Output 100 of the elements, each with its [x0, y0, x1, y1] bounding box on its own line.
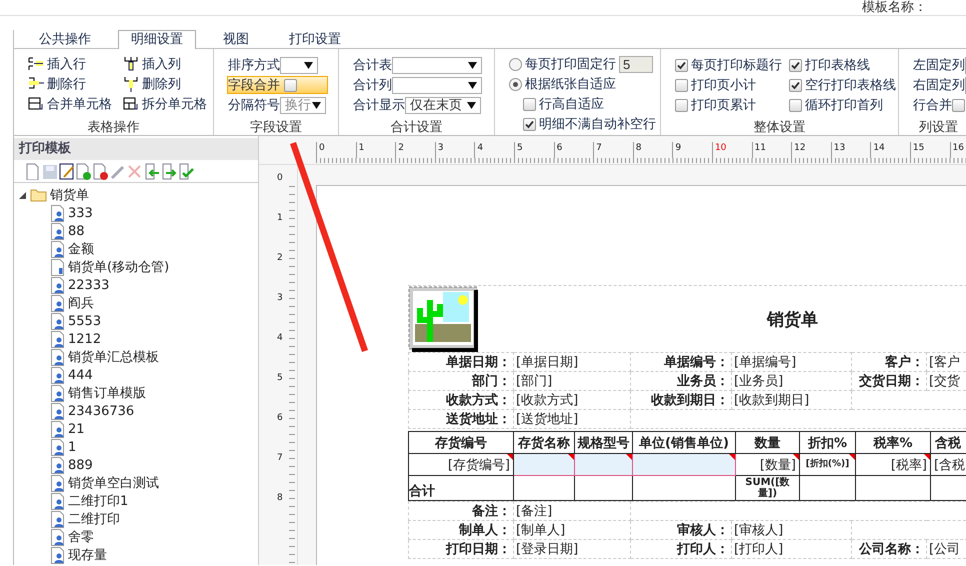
checkbox[interactable]: [789, 78, 802, 92]
dropdown[interactable]: 仅在末页: [405, 96, 481, 114]
field-merge-toggle[interactable]: 字段合并: [227, 76, 328, 94]
file-delete-icon[interactable]: [92, 162, 109, 180]
checkbox[interactable]: [675, 98, 688, 112]
tree-item[interactable]: 444: [14, 366, 258, 384]
toolbar-button[interactable]: 插入行: [28, 55, 123, 73]
checkbox-option[interactable]: 打印页累计: [675, 95, 789, 115]
checkbox-option[interactable]: 每页打印标题行: [675, 55, 789, 75]
table-cell[interactable]: [税率]: [856, 454, 930, 476]
table-cell[interactable]: [632, 454, 736, 476]
tree-item[interactable]: 889: [14, 456, 258, 474]
checkbox[interactable]: [675, 58, 688, 72]
placeholder-field[interactable]: [单据日期]: [514, 352, 630, 372]
field-label: 部门：: [408, 372, 514, 390]
group-title: 表格操作: [86, 119, 140, 135]
radio[interactable]: [509, 58, 522, 70]
placeholder-field[interactable]: [公司: [926, 540, 966, 558]
placeholder-field[interactable]: [收款方式]: [514, 390, 630, 410]
tab[interactable]: 公共操作: [26, 30, 104, 49]
placeholder-field[interactable]: [部门]: [514, 372, 630, 390]
placeholder-field[interactable]: [审核人]: [732, 520, 852, 540]
checkbox-option[interactable]: 循环打印首列: [789, 95, 899, 115]
field-label: 送货地址：: [408, 410, 514, 428]
checkbox-option[interactable]: 空行打印表格线: [789, 75, 899, 95]
tree-item[interactable]: 5553: [14, 312, 258, 330]
toolbar-button[interactable]: 合并单元格: [28, 95, 123, 113]
table-cell[interactable]: [折扣(%)]: [800, 454, 856, 476]
export-icon[interactable]: [160, 162, 177, 180]
tree-item[interactable]: 金额: [14, 240, 258, 258]
close-icon[interactable]: [126, 162, 143, 180]
import-icon[interactable]: [143, 162, 160, 180]
table-cell[interactable]: [数量]: [736, 454, 800, 476]
tree-item[interactable]: 销货单汇总模板: [14, 348, 258, 366]
placeholder-field[interactable]: [打印人]: [732, 540, 852, 558]
tree-item[interactable]: 销售订单模版: [14, 384, 258, 402]
ruler-number: 7: [276, 453, 284, 465]
placeholder-field[interactable]: [备注]: [514, 502, 630, 520]
radio[interactable]: [509, 78, 522, 90]
ruler-number: 4: [276, 333, 284, 345]
table-cell[interactable]: [存货编号]: [408, 454, 514, 476]
placeholder-field[interactable]: [送货地址]: [514, 410, 630, 428]
toolbar-button[interactable]: 拆分单元格: [123, 95, 213, 113]
tree-item[interactable]: 21: [14, 420, 258, 438]
tab[interactable]: 视图: [210, 30, 262, 49]
placeholder-field[interactable]: [收款到期日]: [732, 390, 852, 410]
radio-option[interactable]: 根据纸张自适应: [509, 74, 660, 94]
file-check-icon[interactable]: [75, 162, 92, 180]
checkbox-option[interactable]: 打印页小计: [675, 75, 789, 95]
row-count-field[interactable]: 5: [619, 56, 653, 72]
tab[interactable]: 打印设置: [276, 30, 354, 49]
tree-item[interactable]: 88: [14, 222, 258, 240]
new-file-icon[interactable]: [24, 162, 41, 180]
ruler-number: 3: [276, 293, 284, 305]
tree-item[interactable]: 22333: [14, 276, 258, 294]
tree-item[interactable]: 销货单空白测试: [14, 474, 258, 492]
checkbox[interactable]: [284, 78, 297, 92]
tree-item[interactable]: 销货单(移动仓管): [14, 258, 258, 276]
tree-item[interactable]: 舍零: [14, 528, 258, 546]
tree-item[interactable]: 二维打印: [14, 510, 258, 528]
checkbox[interactable]: [789, 58, 802, 72]
table-cell[interactable]: [514, 454, 574, 476]
tree-item[interactable]: 二维打印1: [14, 492, 258, 510]
checkbox-option[interactable]: 行高自适应: [523, 94, 660, 114]
placeholder-field[interactable]: [单据编号]: [732, 352, 852, 372]
checkbox[interactable]: [675, 78, 688, 92]
ruler-number: 3: [434, 142, 474, 158]
tree-item[interactable]: 阎兵: [14, 294, 258, 312]
user-page-icon: [51, 420, 66, 438]
checkbox[interactable]: [523, 118, 536, 130]
tree-item[interactable]: 1: [14, 438, 258, 456]
expanded-triangle-icon[interactable]: [19, 192, 26, 198]
table-cell[interactable]: [574, 454, 632, 476]
toolbar-button[interactable]: 插入列: [123, 55, 213, 73]
dropdown[interactable]: [280, 56, 318, 74]
tree-folder[interactable]: 销货单: [14, 186, 258, 204]
toolbar-button[interactable]: 删除行: [28, 75, 123, 93]
checkbox-option[interactable]: 打印表格线: [789, 55, 899, 75]
toolbar-button[interactable]: 删除列: [123, 75, 213, 93]
checkbox[interactable]: [952, 98, 965, 112]
checkbox-option[interactable]: 明细不满自动补空行: [523, 114, 660, 134]
tree-item[interactable]: 现存量: [14, 546, 258, 564]
dropdown[interactable]: 换行: [280, 96, 326, 114]
checkbox[interactable]: [789, 98, 802, 112]
placeholder-field[interactable]: [制单人]: [514, 520, 630, 540]
edit-icon[interactable]: [58, 162, 75, 180]
placeholder-field[interactable]: [客户: [926, 352, 966, 372]
tree-item[interactable]: 1212: [14, 330, 258, 348]
tab[interactable]: 明细设置: [118, 30, 196, 49]
radio-option[interactable]: 每页打印固定行 5: [509, 54, 660, 74]
placeholder-field[interactable]: [交货: [926, 372, 966, 390]
group-title: 列设置: [918, 119, 959, 135]
tree-item[interactable]: 23436736: [14, 402, 258, 420]
ruler-number: 8: [276, 493, 284, 505]
checkbox[interactable]: [523, 98, 536, 110]
placeholder-field[interactable]: [登录日期]: [514, 540, 630, 558]
checkmark-icon[interactable]: [177, 162, 194, 180]
placeholder-field[interactable]: [业务员]: [732, 372, 852, 390]
tree-item[interactable]: 333: [14, 204, 258, 222]
field-label: 单据日期：: [408, 352, 514, 372]
